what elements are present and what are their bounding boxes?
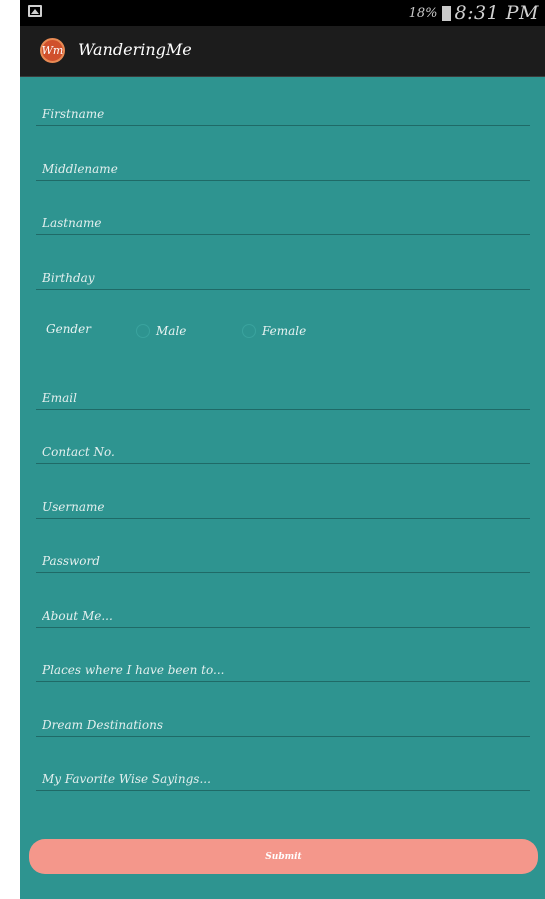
- about-me-field[interactable]: [36, 605, 530, 628]
- dream-destinations-field[interactable]: [36, 714, 530, 737]
- action-bar: Wm WanderingMe: [20, 26, 545, 77]
- middlename-field[interactable]: [36, 158, 530, 181]
- gender-label: Gender: [46, 322, 91, 336]
- about-me-input[interactable]: [36, 605, 530, 627]
- contact-field[interactable]: [36, 441, 530, 464]
- status-bar: 18% 8:31 PM: [20, 0, 545, 26]
- female-radio-label: Female: [262, 324, 307, 338]
- male-radio-label: Male: [156, 324, 187, 338]
- gallery-notification-icon: [28, 5, 42, 17]
- password-field[interactable]: [36, 550, 530, 573]
- email-field[interactable]: [36, 387, 530, 410]
- dream-destinations-input[interactable]: [36, 714, 530, 736]
- username-input[interactable]: [36, 496, 530, 518]
- wise-sayings-input[interactable]: [36, 768, 530, 790]
- logo-text: Wm: [41, 44, 64, 57]
- gender-male-radio[interactable]: Male: [136, 324, 186, 338]
- app-logo-icon: Wm: [40, 38, 65, 63]
- lastname-input[interactable]: [36, 212, 530, 234]
- gender-female-radio[interactable]: Female: [242, 324, 306, 338]
- battery-percent: 18%: [408, 5, 438, 21]
- birthday-field[interactable]: [36, 267, 530, 290]
- password-input[interactable]: [36, 550, 530, 572]
- middlename-input[interactable]: [36, 158, 530, 180]
- status-right: 18% 8:31 PM: [409, 0, 539, 26]
- username-field[interactable]: [36, 496, 530, 519]
- birthday-input[interactable]: [36, 267, 530, 289]
- places-input[interactable]: [36, 659, 530, 681]
- clock: 8:31 PM: [454, 2, 539, 24]
- battery-icon: [441, 5, 451, 21]
- submit-button[interactable]: Submit: [29, 839, 538, 874]
- wise-sayings-field[interactable]: [36, 768, 530, 791]
- firstname-input[interactable]: [36, 103, 530, 125]
- places-field[interactable]: [36, 659, 530, 682]
- app-screen: 18% 8:31 PM Wm WanderingMe Gender Male F…: [20, 0, 545, 899]
- firstname-field[interactable]: [36, 103, 530, 126]
- contact-input[interactable]: [36, 441, 530, 463]
- male-radio-circle[interactable]: [136, 324, 150, 338]
- lastname-field[interactable]: [36, 212, 530, 235]
- female-radio-circle[interactable]: [242, 324, 256, 338]
- email-input[interactable]: [36, 387, 530, 409]
- app-title: WanderingMe: [78, 40, 192, 59]
